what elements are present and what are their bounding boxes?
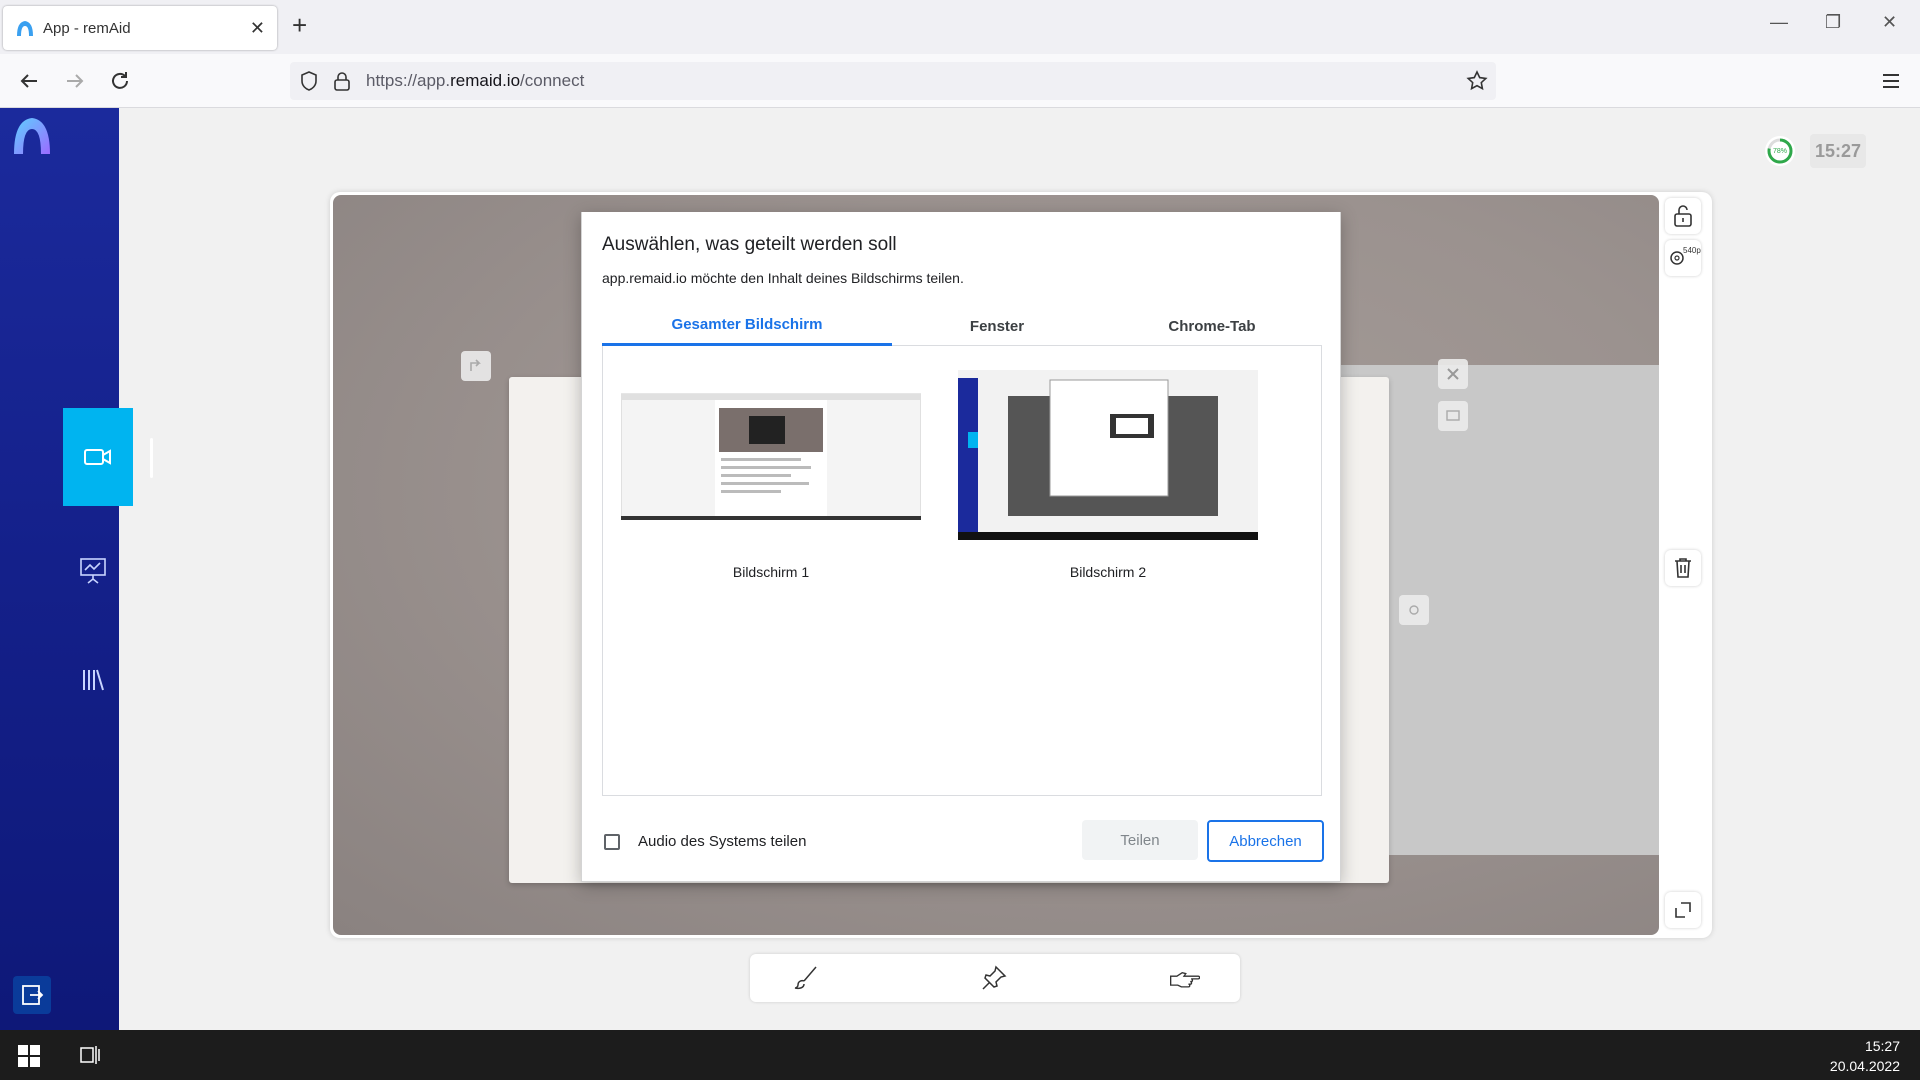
tab-entire-screen[interactable]: Gesamter Bildschirm	[602, 306, 892, 346]
tab-chrome-tab[interactable]: Chrome-Tab	[1102, 306, 1322, 346]
library-icon	[83, 669, 104, 691]
status-percent: 78%	[1772, 147, 1787, 155]
new-tab-button[interactable]: +	[292, 10, 307, 41]
shield-icon[interactable]	[298, 70, 320, 92]
screen-1-thumbnail	[620, 370, 922, 540]
pin-tool[interactable]	[978, 962, 1010, 994]
resolution-badge: 540p	[1683, 246, 1701, 255]
video-camera-small-icon	[1399, 595, 1429, 625]
windows-start-icon[interactable]	[18, 1045, 40, 1067]
screen-share-dialog: Auswählen, was geteilt werden soll app.r…	[581, 212, 1341, 882]
screen-option-2[interactable]: Bildschirm 2	[958, 370, 1258, 580]
exit-button[interactable]	[13, 976, 51, 1014]
taskbar-clock[interactable]: 15:27 20.04.2022	[1830, 1036, 1900, 1076]
unlock-icon	[1674, 205, 1692, 227]
reload-icon[interactable]	[105, 66, 135, 96]
tab-title: App - remAid	[43, 19, 131, 37]
panel-resize-handle[interactable]	[150, 438, 153, 478]
lock-icon[interactable]	[332, 70, 352, 92]
brush-tool[interactable]	[790, 962, 822, 994]
audio-label: Audio des Systems teilen	[638, 833, 807, 850]
screen-2-thumbnail	[958, 370, 1258, 540]
browser-nav-bar: https://app.remaid.io/connect	[0, 54, 1920, 108]
pointer-tool[interactable]	[1168, 962, 1200, 994]
taskbar-time: 15:27	[1864, 1038, 1900, 1054]
remaid-favicon-icon	[17, 21, 33, 36]
window-close-icon[interactable]: ✕	[1882, 12, 1897, 33]
video-rotate-icon	[461, 351, 491, 381]
trash-icon	[1675, 558, 1691, 578]
menu-icon[interactable]	[1876, 66, 1906, 96]
pin-icon	[982, 965, 1007, 990]
minimize-icon[interactable]: —	[1770, 12, 1788, 33]
dialog-tabs: Gesamter Bildschirm Fenster Chrome-Tab	[602, 306, 1322, 346]
sidebar	[0, 108, 133, 1030]
resolution-settings-button[interactable]: 540p	[1665, 240, 1701, 276]
screen-option-1[interactable]: Bildschirm 1	[620, 370, 922, 580]
connection-status: 78%	[1765, 136, 1795, 166]
app-area: 78% 15:27 540p Auswählen, was geteilt we…	[0, 108, 1920, 1030]
taskbar-date: 20.04.2022	[1829, 1058, 1900, 1074]
dialog-subtitle: app.remaid.io möchte den Inhalt deines B…	[602, 270, 964, 286]
restore-icon[interactable]: ❐	[1825, 12, 1841, 33]
video-camera-icon	[84, 449, 111, 465]
share-button[interactable]: Teilen	[1082, 820, 1198, 860]
drawing-toolbar	[750, 954, 1240, 1002]
delete-button[interactable]	[1665, 550, 1701, 586]
dialog-title: Auswählen, was geteilt werden soll	[602, 234, 897, 255]
bookmark-star-icon[interactable]	[1466, 70, 1488, 92]
video-close-icon	[1438, 359, 1468, 389]
forward-icon[interactable]	[60, 66, 90, 96]
tab-close-icon[interactable]: ✕	[250, 18, 265, 39]
audio-checkbox[interactable]	[604, 834, 620, 850]
video-chat-icon	[1438, 401, 1468, 431]
remaid-logo-icon	[14, 118, 50, 154]
tab-window[interactable]: Fenster	[892, 306, 1102, 346]
screen-2-label: Bildschirm 2	[1069, 564, 1147, 580]
sidebar-item-library[interactable]	[73, 660, 113, 700]
exit-icon	[22, 985, 44, 1005]
presentation-icon	[80, 558, 106, 584]
screen-1-label: Bildschirm 1	[732, 564, 810, 580]
url-text[interactable]: https://app.remaid.io/connect	[366, 71, 584, 91]
screen-list: Bildschirm 1 Bildschirm 2	[602, 346, 1322, 796]
cancel-button[interactable]: Abbrechen	[1207, 820, 1324, 862]
clock-badge: 15:27	[1810, 134, 1866, 168]
fullscreen-button[interactable]	[1665, 892, 1701, 928]
back-icon[interactable]	[14, 66, 44, 96]
task-view-icon[interactable]	[78, 1044, 102, 1066]
brush-icon	[794, 966, 817, 990]
unlock-button[interactable]	[1665, 198, 1701, 234]
pointing-hand-icon	[1170, 971, 1200, 988]
url-bar[interactable]: https://app.remaid.io/connect	[290, 62, 1496, 100]
expand-icon	[1675, 902, 1691, 918]
browser-tab-bar: App - remAid ✕ + — ❐ ✕	[0, 0, 1920, 54]
sidebar-item-video[interactable]	[63, 408, 133, 506]
taskbar: 15:27 20.04.2022	[0, 1030, 1920, 1080]
browser-tab[interactable]: App - remAid ✕	[3, 6, 277, 50]
sidebar-item-presentation[interactable]	[73, 550, 113, 590]
